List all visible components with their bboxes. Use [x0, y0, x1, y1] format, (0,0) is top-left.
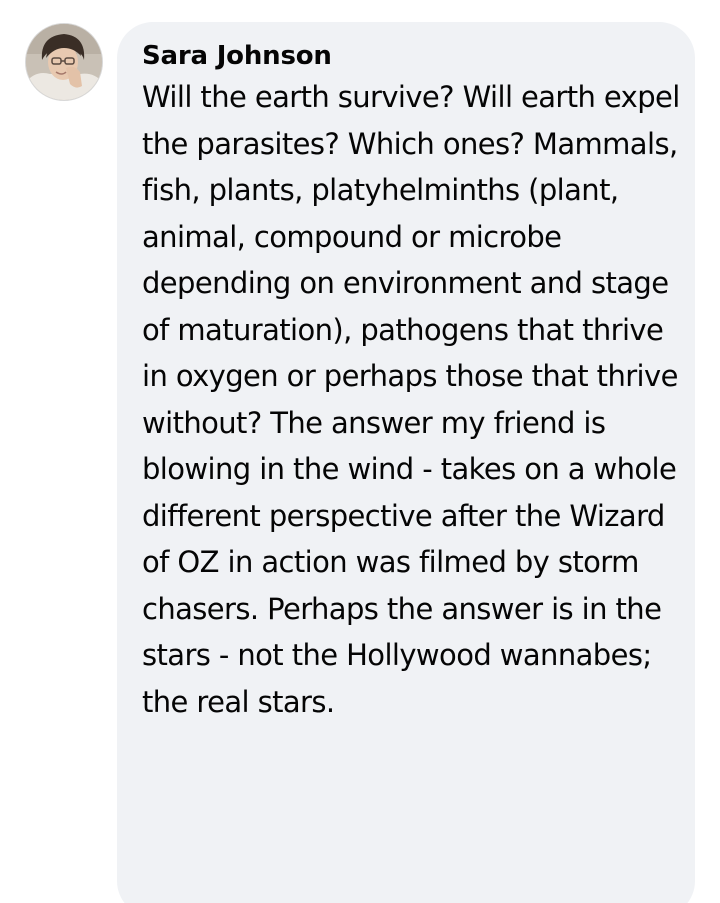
- comment: Sara Johnson Will the earth survive? Wil…: [0, 0, 720, 903]
- profile-photo-icon: [26, 24, 102, 100]
- comment-text: Will the earth survive? Will earth expel…: [142, 80, 680, 719]
- comment-bubble: Sara Johnson Will the earth survive? Wil…: [117, 22, 695, 903]
- comment-author[interactable]: Sara Johnson: [142, 40, 683, 72]
- avatar[interactable]: [26, 24, 102, 100]
